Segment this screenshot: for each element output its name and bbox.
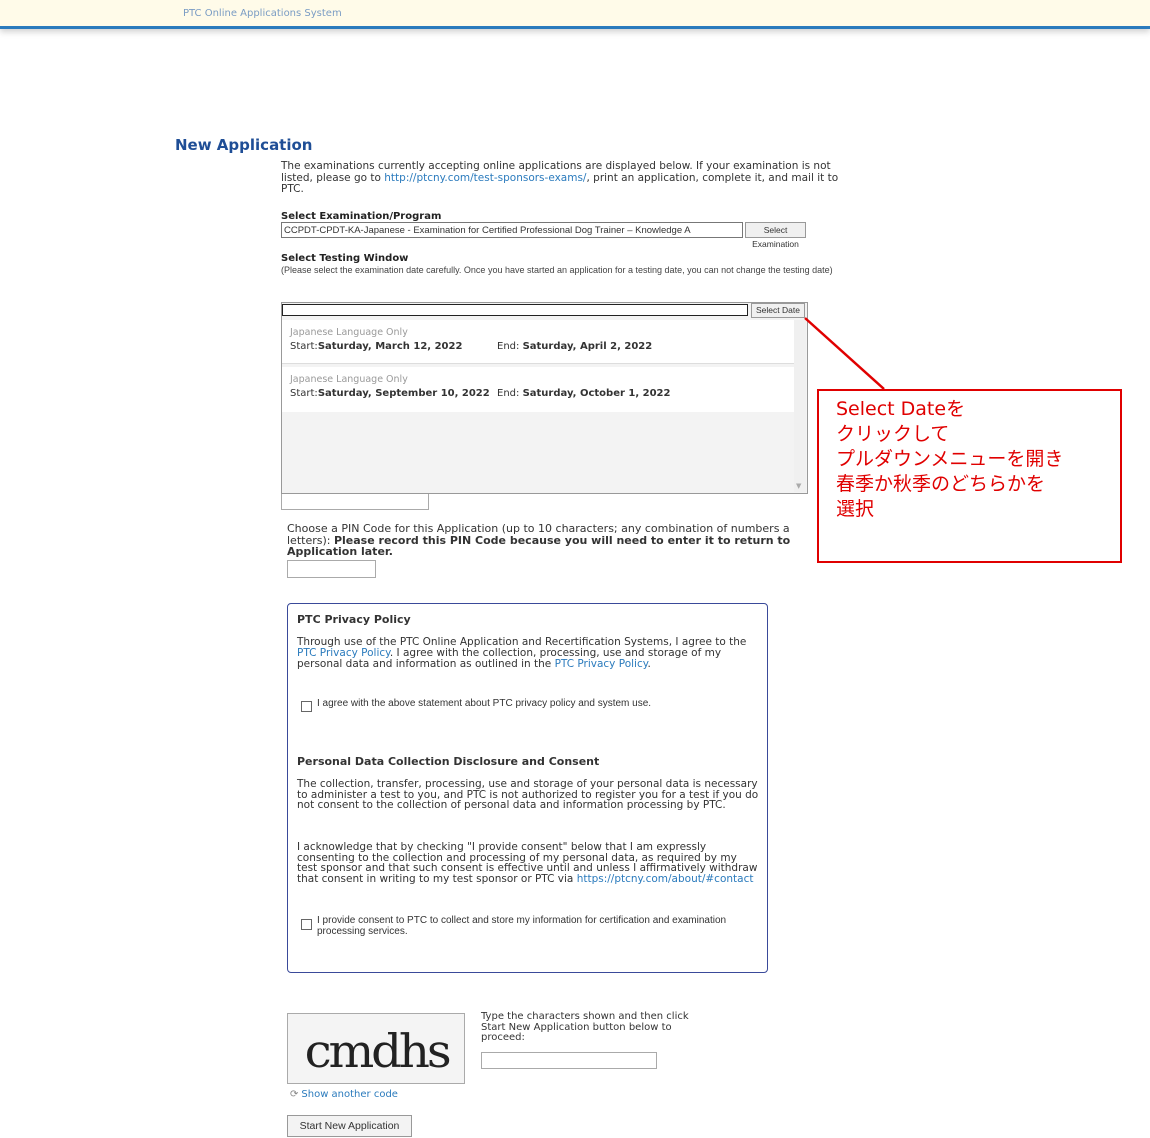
start-new-application-button[interactable]: Start New Application (287, 1115, 412, 1137)
annotation-line: 春季か秋季のどちらかを (836, 473, 1046, 495)
personal-data-title: Personal Data Collection Disclosure and … (297, 755, 600, 768)
personal-data-paragraph: The collection, transfer, processing, us… (297, 778, 759, 811)
intro-text: The examinations currently accepting onl… (281, 160, 861, 196)
show-another-code-link[interactable]: ⟳ Show another code (290, 1089, 398, 1100)
option-start: Start:Saturday, September 10, 2022 (290, 388, 490, 399)
consent-checkbox[interactable] (301, 919, 312, 930)
testing-window-option-autumn[interactable]: Japanese Language Only Start:Saturday, S… (282, 367, 794, 412)
select-examination-button[interactable]: Select Examination (745, 222, 806, 249)
contact-link[interactable]: https://ptcny.com/about/#contact (577, 873, 754, 885)
annotation-arrow-line (804, 317, 885, 390)
testing-window-label: Select Testing Window (281, 253, 409, 264)
pin-code-input[interactable] (287, 560, 376, 578)
option-language: Japanese Language Only (290, 374, 408, 385)
annotation-text: Select Dateを クリックして プルダウンメニューを開き 春季か秋季のど… (836, 397, 1116, 522)
privacy-agree-checkbox[interactable] (301, 701, 312, 712)
captcha-code: cmdhs (304, 1024, 452, 1078)
annotation-line: クリックして (836, 423, 950, 445)
option-language: Japanese Language Only (290, 327, 408, 338)
end-label: End: (497, 341, 520, 352)
refresh-label: Show another code (301, 1089, 398, 1100)
privacy-text-part: . (647, 658, 651, 670)
pin-text-bold: Application later. (287, 545, 393, 558)
dropdown-scrollbar[interactable] (794, 320, 806, 492)
start-label: Start: (290, 341, 318, 352)
privacy-policy-title: PTC Privacy Policy (297, 613, 411, 626)
privacy-policy-text: Through use of the PTC Online Applicatio… (297, 637, 759, 670)
end-date: Saturday, October 1, 2022 (522, 388, 671, 399)
page-title: New Application (175, 136, 313, 154)
exam-label: Select Examination/Program (281, 211, 442, 222)
pin-instructions: Choose a PIN Code for this Application (… (287, 523, 827, 558)
scroll-down-icon[interactable]: ▼ (796, 482, 801, 490)
option-end: End: Saturday, October 1, 2022 (497, 388, 670, 399)
consent-paragraph: I acknowledge that by checking "I provid… (297, 842, 759, 884)
start-date: Saturday, September 10, 2022 (317, 388, 490, 399)
end-label: End: (497, 388, 520, 399)
annotation-line: プルダウンメニューを開き (836, 448, 1064, 470)
start-label: Start: (290, 388, 318, 399)
start-date: Saturday, March 12, 2022 (317, 341, 463, 352)
system-name: PTC Online Applications System (183, 8, 342, 19)
refresh-icon: ⟳ (290, 1089, 299, 1100)
top-header-bar: PTC Online Applications System (0, 0, 1150, 29)
testing-window-option-spring[interactable]: Japanese Language Only Start:Saturday, M… (282, 320, 794, 364)
captcha-instructions: Type the characters shown and then click… (481, 1011, 689, 1043)
testing-window-note: (Please select the examination date care… (281, 265, 833, 275)
testing-window-input[interactable] (282, 304, 748, 316)
test-sponsors-link[interactable]: http://ptcny.com/test-sponsors-exams/ (384, 172, 586, 184)
captcha-input[interactable] (481, 1052, 657, 1069)
end-date: Saturday, April 2, 2022 (522, 341, 653, 352)
exam-select[interactable]: CCPDT-CPDT-KA-Japanese - Examination for… (281, 222, 743, 238)
select-date-button[interactable]: Select Date (751, 303, 805, 318)
hidden-field[interactable] (281, 494, 429, 510)
consent-label[interactable]: I provide consent to PTC to collect and … (317, 915, 747, 937)
privacy-policy-link[interactable]: PTC Privacy Policy (555, 658, 648, 670)
annotation-line: Select Dateを (836, 398, 966, 420)
captcha-image: cmdhs (287, 1013, 465, 1084)
option-end: End: Saturday, April 2, 2022 (497, 341, 652, 352)
pin-text-bold: Please record this PIN Code because you … (333, 533, 791, 547)
privacy-agree-label[interactable]: I agree with the above statement about P… (317, 698, 737, 710)
annotation-line: 選択 (836, 498, 875, 520)
option-start: Start:Saturday, March 12, 2022 (290, 341, 462, 352)
